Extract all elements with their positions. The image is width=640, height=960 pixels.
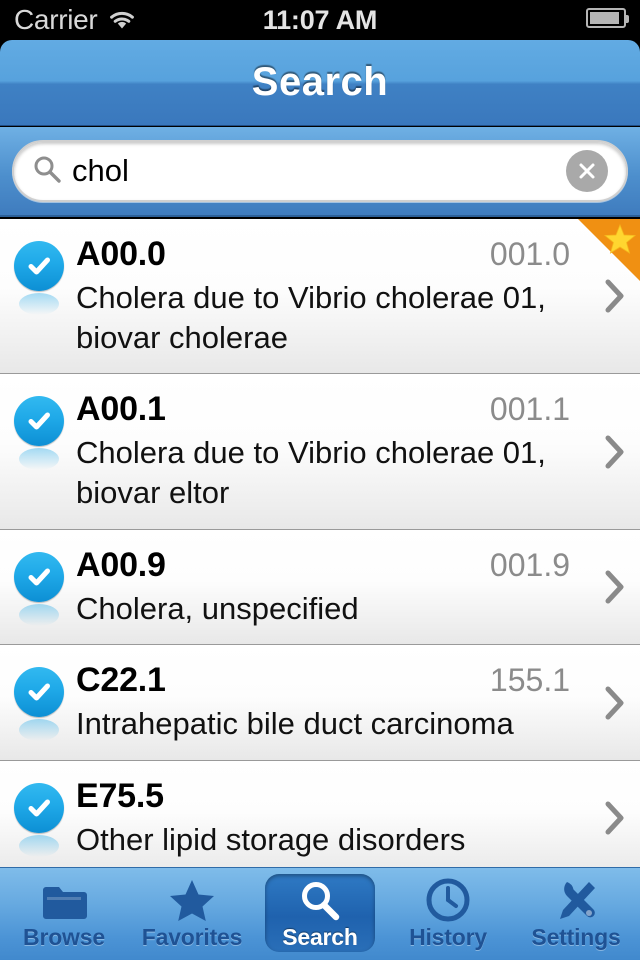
selected-check-icon[interactable] <box>14 661 76 742</box>
search-input[interactable]: chol <box>12 140 628 202</box>
table-row[interactable]: A00.9 001.9 Cholera, unspecified <box>0 529 640 646</box>
search-input-value: chol <box>72 152 129 188</box>
folder-icon <box>41 878 87 922</box>
icd-code: A00.9 <box>76 545 166 584</box>
navigation-bar: Search <box>0 40 640 126</box>
magnifier-icon <box>299 878 341 922</box>
alt-code: 001.0 <box>489 236 570 272</box>
table-row[interactable]: C22.1 155.1 Intrahepatic bile duct carci… <box>0 645 640 762</box>
tab-label-settings: Settings <box>531 923 621 950</box>
alt-code: 155.1 <box>489 662 570 699</box>
status-bar-clock: 11:07 AM <box>262 4 378 35</box>
tab-label-browse: Browse <box>23 923 105 950</box>
battery-icon <box>586 8 629 28</box>
status-bar: Carrier 11:07 AM <box>0 0 640 40</box>
row-content: E75.5 Other lipid storage disorders <box>76 777 580 860</box>
icd-code: A00.1 <box>76 390 166 429</box>
disclosure-chevron-icon[interactable] <box>580 800 626 836</box>
row-content: A00.9 001.9 Cholera, unspecified <box>76 546 580 629</box>
tab-label-search: Search <box>282 923 358 950</box>
tab-settings[interactable]: Settings <box>512 868 640 960</box>
search-results-list[interactable]: A00.0 001.0 Cholera due to Vibrio choler… <box>0 219 640 867</box>
alt-code: 001.1 <box>489 391 570 428</box>
icd-code: A00.0 <box>76 235 166 273</box>
tab-label-history: History <box>409 923 487 950</box>
tab-bar: Browse Favorites Search History Settings <box>0 867 640 960</box>
clear-icon[interactable] <box>566 150 608 192</box>
code-description: Intrahepatic bile duct carcinoma <box>76 706 514 742</box>
row-content: C22.1 155.1 Intrahepatic bile duct carci… <box>76 661 580 744</box>
code-description: Cholera due to Vibrio cholerae 01, biova… <box>76 435 546 511</box>
selected-check-icon[interactable] <box>14 777 76 858</box>
tab-label-favorites: Favorites <box>141 923 243 950</box>
disclosure-chevron-icon[interactable] <box>580 434 626 470</box>
selected-check-icon[interactable] <box>14 546 76 626</box>
disclosure-chevron-icon[interactable] <box>580 278 626 314</box>
table-row[interactable]: A00.0 001.0 Cholera due to Vibrio choler… <box>0 219 640 375</box>
tab-favorites[interactable]: Favorites <box>128 868 256 960</box>
tools-icon <box>553 878 599 922</box>
row-content: A00.0 001.0 Cholera due to Vibrio choler… <box>76 235 580 357</box>
search-icon <box>32 154 72 189</box>
phone-screen: Carrier 11:07 AM Search chol A00.0 001.0… <box>0 0 640 960</box>
icd-code: C22.1 <box>76 661 166 700</box>
code-description: Cholera due to Vibrio cholerae 01, biova… <box>76 280 546 355</box>
tab-browse[interactable]: Browse <box>0 868 128 960</box>
status-bar-right <box>586 8 629 28</box>
tab-search[interactable]: Search <box>256 868 384 960</box>
table-row[interactable]: A00.1 001.1 Cholera due to Vibrio choler… <box>0 374 640 530</box>
star-icon <box>168 878 216 922</box>
search-bar: chol <box>0 127 640 217</box>
selected-check-icon[interactable] <box>14 235 76 315</box>
code-description: Cholera, unspecified <box>76 590 359 626</box>
disclosure-chevron-icon[interactable] <box>580 685 626 721</box>
row-content: A00.1 001.1 Cholera due to Vibrio choler… <box>76 390 580 512</box>
tab-history[interactable]: History <box>384 868 512 960</box>
code-description: Other lipid storage disorders <box>76 822 466 858</box>
page-title: Search <box>251 60 389 104</box>
icd-code: E75.5 <box>76 777 164 816</box>
alt-code: 001.9 <box>489 546 570 583</box>
table-row[interactable]: E75.5 Other lipid storage disorders <box>0 761 640 867</box>
selected-check-icon[interactable] <box>14 390 76 471</box>
clock-icon <box>426 878 470 922</box>
disclosure-chevron-icon[interactable] <box>580 569 626 605</box>
